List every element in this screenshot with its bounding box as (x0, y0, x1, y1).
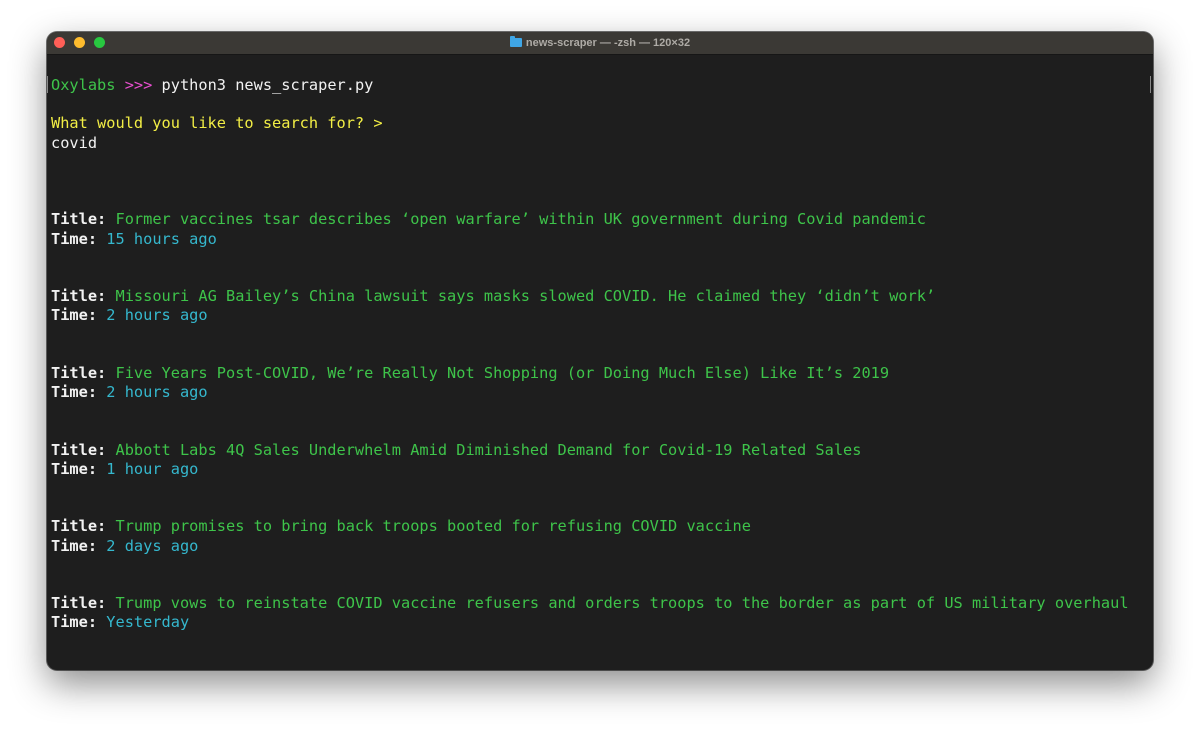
result-title: Five Years Post-COVID, We’re Really Not … (115, 363, 890, 382)
prompt-line: Oxylabs >>> python3 news_scraper.py (51, 76, 1153, 95)
result-title-line: Title: Abbott Labs 4Q Sales Underwhelm A… (51, 441, 1153, 460)
window-title-text: news-scraper — -zsh — 120×32 (525, 37, 691, 49)
result-time-line: Time: 2 hours ago (51, 383, 1153, 402)
time-label: Time: (51, 459, 98, 478)
title-label: Title: (51, 440, 107, 459)
result-time: 2 hours ago (106, 306, 208, 325)
result-title: Missouri AG Bailey’s China lawsuit says … (115, 287, 936, 306)
result-title-line: Title: Trump vows to reinstate COVID vac… (51, 594, 1153, 613)
result-time: 15 hours ago (106, 229, 217, 248)
time-label: Time: (51, 306, 98, 325)
terminal-window: news-scraper — -zsh — 120×32 Oxylabs >>>… (47, 32, 1153, 670)
search-question: What would you like to search for? > (51, 114, 383, 133)
prompt-command: python3 news_scraper.py (161, 76, 374, 94)
result-title-line: Title: Five Years Post-COVID, We’re Real… (51, 364, 1153, 383)
prompt-host: Oxylabs (51, 76, 116, 94)
result-time: 1 hour ago (106, 459, 199, 478)
result-time: 2 days ago (106, 536, 199, 555)
result-time: 2 hours ago (106, 383, 208, 401)
title-label: Title: (51, 517, 107, 536)
selection-marker-left (47, 76, 48, 93)
result-title-line: Title: Missouri AG Bailey’s China lawsui… (51, 287, 1153, 306)
time-label: Time: (51, 613, 98, 632)
result-title: Trump promises to bring back troops boot… (115, 517, 751, 536)
title-bar[interactable]: news-scraper — -zsh — 120×32 (47, 32, 1153, 55)
result-time-line: Time: 1 hour ago (51, 460, 1153, 479)
folder-icon (509, 36, 522, 47)
result-time-line: Time: 15 hours ago (51, 230, 1153, 249)
search-answer: covid (51, 133, 98, 152)
title-label: Title: (51, 287, 107, 306)
result-title-line: Title: Former vaccines tsar describes ‘o… (51, 210, 1153, 229)
result-time-line: Time: 2 hours ago (51, 306, 1153, 325)
terminal-output[interactable]: Oxylabs >>> python3 news_scraper.py What … (51, 76, 1153, 632)
result-title: Abbott Labs 4Q Sales Underwhelm Amid Dim… (115, 440, 862, 459)
title-label: Title: (51, 363, 107, 382)
title-label: Title: (51, 210, 107, 229)
result-time-line: Time: Yesterday (51, 613, 1153, 632)
result-title-line: Title: Trump promises to bring back troo… (51, 517, 1153, 536)
title-label: Title: (51, 594, 107, 613)
result-title: Former vaccines tsar describes ‘open war… (115, 210, 926, 229)
time-label: Time: (51, 383, 98, 401)
prompt-arrows: >>> (124, 76, 153, 94)
result-time: Yesterday (106, 613, 190, 632)
result-time-line: Time: 2 days ago (51, 537, 1153, 556)
window-title: news-scraper — -zsh — 120×32 (47, 32, 1153, 54)
time-label: Time: (51, 229, 98, 248)
time-label: Time: (51, 536, 98, 555)
result-title: Trump vows to reinstate COVID vaccine re… (115, 594, 1129, 613)
